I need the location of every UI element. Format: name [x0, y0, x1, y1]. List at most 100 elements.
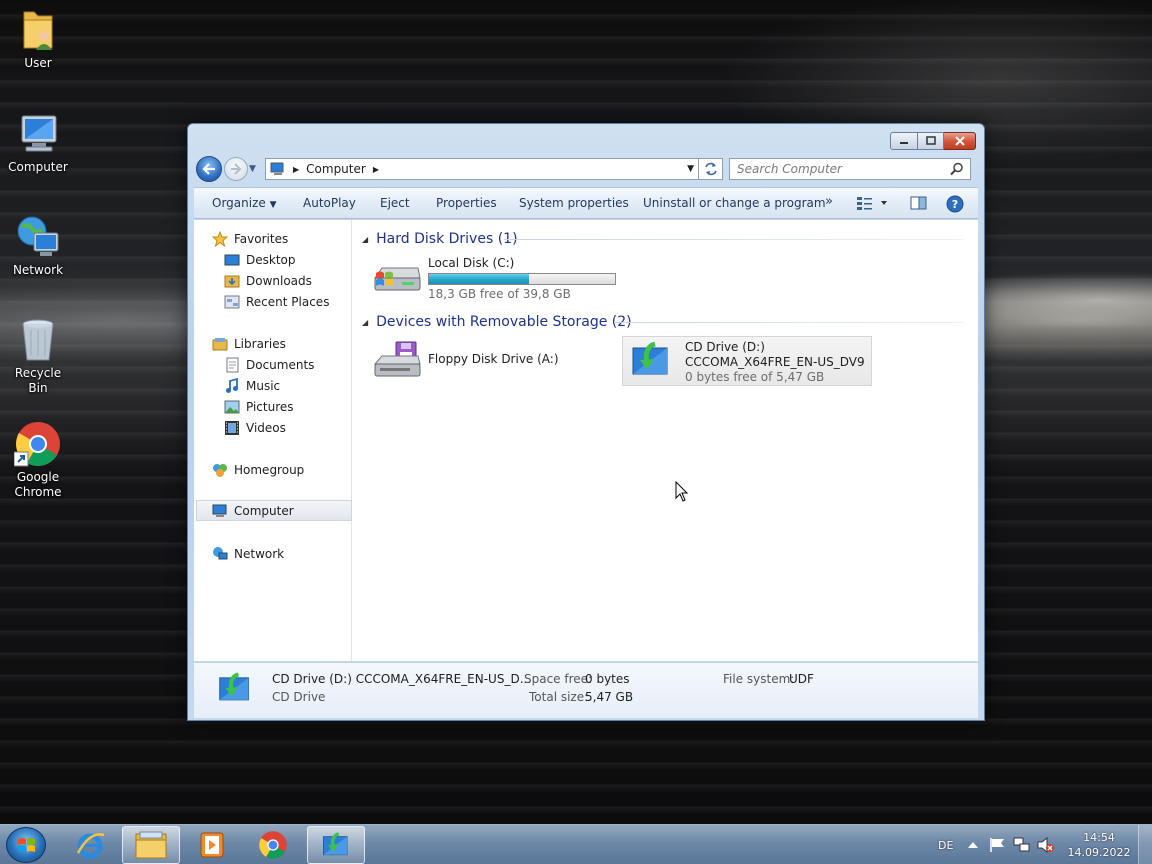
group-title: Hard Disk Drives (1) [376, 231, 518, 247]
clock-time: 14:54 [1083, 831, 1115, 844]
nav-label: Documents [246, 357, 315, 372]
organize-button[interactable]: Organize ▼ [212, 196, 277, 210]
nav-computer[interactable]: Computer [196, 500, 352, 521]
drive-local-disk-c[interactable]: Local Disk (C:) 18,3 GB free of 39,8 GB [372, 256, 616, 302]
nav-documents[interactable]: Documents [224, 354, 352, 375]
homegroup-icon [213, 463, 227, 477]
clock-date: 14.09.2022 [1067, 846, 1131, 859]
drive-name: Local Disk (C:) [428, 256, 515, 270]
desktop-icon-network[interactable]: Network [4, 213, 72, 278]
properties-button[interactable]: Properties [436, 196, 497, 210]
network-tray-icon[interactable] [1013, 825, 1031, 864]
nav-videos[interactable]: Videos [224, 417, 352, 438]
drive-floppy-a[interactable]: Floppy Disk Drive (A:) [372, 340, 559, 380]
window-controls [890, 132, 976, 150]
autoplay-button[interactable]: AutoPlay [303, 196, 356, 210]
breadcrumb-separator-icon[interactable]: ▶ [293, 165, 299, 174]
details-pane: CD Drive (D:) CCCOMA_X64FRE_EN-US_D... C… [194, 662, 978, 718]
pictures-icon [224, 400, 240, 413]
show-hidden-icons-button[interactable] [967, 825, 979, 864]
details-title: CD Drive (D:) CCCOMA_X64FRE_EN-US_D... [272, 672, 532, 686]
help-icon: ? [946, 195, 964, 213]
nav-network[interactable]: Network [212, 543, 352, 564]
drive-free-space: 18,3 GB free of 39,8 GB [428, 287, 571, 301]
system-properties-button[interactable]: System properties [519, 196, 629, 210]
clock[interactable]: 14:54 14.09.2022 [1067, 825, 1131, 864]
group-title: Devices with Removable Storage (2) [376, 314, 632, 330]
address-dropdown-icon[interactable]: ▼ [687, 164, 694, 174]
libraries-icon [212, 337, 228, 350]
downloads-folder-icon [224, 275, 240, 287]
taskbar-windows-explorer[interactable] [122, 826, 180, 864]
drive-name: CD Drive (D:) [685, 340, 765, 354]
breadcrumb-separator-icon[interactable]: ▶ [373, 165, 379, 174]
show-desktop-button[interactable] [1138, 825, 1152, 864]
refresh-button[interactable] [699, 158, 723, 180]
drive-usage-bar [428, 273, 616, 285]
nav-label: Pictures [246, 399, 294, 414]
desktop-icon-google-chrome[interactable]: Google Chrome [4, 420, 72, 500]
nav-libraries[interactable]: Libraries [212, 333, 352, 354]
group-header-hard-disk-drives[interactable]: ◢ Hard Disk Drives (1) [362, 229, 518, 249]
eject-button[interactable]: Eject [380, 196, 410, 210]
back-arrow-icon [202, 163, 215, 175]
nav-favorites[interactable]: Favorites [212, 228, 352, 249]
windows-logo-icon [18, 838, 35, 852]
desktop-icon-computer[interactable]: Computer [4, 110, 72, 175]
taskbar-google-chrome[interactable] [244, 826, 302, 864]
start-button[interactable] [6, 827, 46, 863]
drive-cd-d[interactable]: CD Drive (D:) CCCOMA_X64FRE_EN-US_DV9 0 … [622, 336, 872, 386]
taskbar-cd-drive[interactable] [307, 826, 365, 864]
search-input[interactable]: Search Computer [729, 158, 971, 180]
desktop-icon-recycle-bin[interactable]: Recycle Bin [4, 316, 72, 396]
nav-label: Downloads [246, 273, 312, 288]
search-icon[interactable] [950, 162, 964, 176]
view-options-icon [857, 197, 887, 210]
recent-pages-dropdown[interactable]: ▼ [249, 164, 261, 174]
maximize-button[interactable] [918, 132, 944, 150]
desktop-icon-label: Network [12, 263, 64, 277]
address-bar[interactable]: ▶ Computer ▶ ▼ [265, 158, 699, 180]
collapse-triangle-icon[interactable]: ◢ [362, 235, 368, 244]
content-area: Favorites Desktop Downloads Recent Place… [194, 220, 978, 661]
close-button[interactable] [944, 132, 976, 150]
chrome-icon [13, 420, 62, 468]
nav-homegroup[interactable]: Homegroup [212, 459, 352, 480]
group-header-removable-storage[interactable]: ◢ Devices with Removable Storage (2) [362, 312, 632, 332]
nav-pictures[interactable]: Pictures [224, 396, 352, 417]
nav-recent-places[interactable]: Recent Places [224, 291, 352, 312]
nav-music[interactable]: Music [224, 375, 352, 396]
more-commands-button[interactable]: » [825, 194, 833, 209]
taskbar: DE 14:54 14.09.2022 [0, 824, 1152, 864]
action-center-icon[interactable] [989, 825, 1007, 864]
minimize-button[interactable] [890, 132, 918, 150]
uninstall-program-button[interactable]: Uninstall or change a program [643, 196, 826, 210]
volume-muted-icon [1037, 837, 1054, 853]
file-list[interactable]: ◢ Hard Disk Drives (1) Local Disk (C:) 1… [354, 220, 978, 661]
computer-small-icon [270, 162, 284, 175]
change-view-button[interactable] [856, 195, 890, 214]
preview-pane-icon [910, 196, 927, 210]
nav-label: Favorites [234, 231, 289, 246]
forward-button[interactable] [224, 157, 248, 181]
taskbar-internet-explorer[interactable] [61, 826, 119, 864]
language-indicator[interactable]: DE [938, 825, 953, 864]
explorer-window[interactable]: ▼ ▶ Computer ▶ ▼ Search Computer Organiz… [187, 123, 985, 721]
details-file-system-value: UDF [789, 672, 814, 686]
close-icon [954, 136, 965, 146]
preview-pane-button[interactable] [910, 196, 928, 213]
cd-drive-icon [631, 340, 671, 380]
navigation-pane[interactable]: Favorites Desktop Downloads Recent Place… [194, 220, 352, 661]
collapse-triangle-icon[interactable]: ◢ [362, 318, 368, 327]
desktop-icon-label: Recycle Bin [14, 366, 62, 395]
nav-label: Computer [234, 503, 294, 518]
help-button[interactable]: ? [946, 195, 964, 216]
breadcrumb-computer[interactable]: Computer [306, 162, 366, 176]
back-button[interactable] [196, 156, 222, 182]
desktop-icon-user[interactable]: User [4, 6, 72, 71]
nav-desktop[interactable]: Desktop [224, 249, 352, 270]
volume-tray-icon[interactable] [1037, 825, 1055, 864]
network-icon [14, 213, 62, 261]
nav-downloads[interactable]: Downloads [224, 270, 352, 291]
taskbar-media-player[interactable] [183, 826, 241, 864]
